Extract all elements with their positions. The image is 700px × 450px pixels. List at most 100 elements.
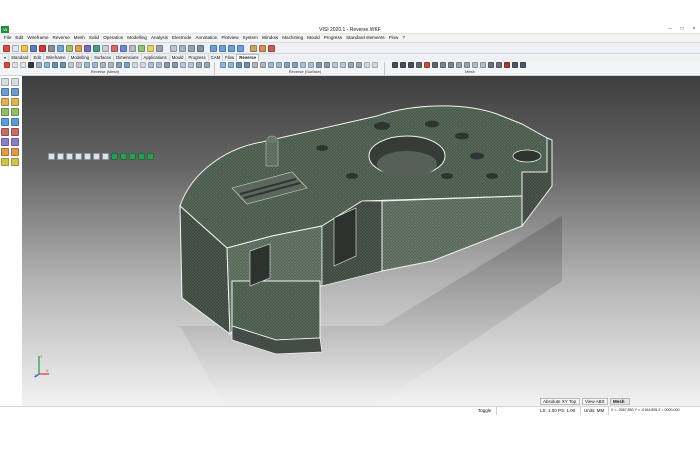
surface-extrude-icon[interactable] — [268, 62, 274, 68]
arc-icon[interactable] — [1, 98, 9, 106]
mesh-show-icon[interactable] — [172, 62, 178, 68]
tab-cam[interactable]: CAM — [207, 54, 223, 61]
mesh-cut-icon[interactable] — [424, 62, 430, 68]
extend-icon[interactable] — [11, 128, 19, 136]
maximize-button[interactable]: □ — [679, 26, 685, 33]
model-hole[interactable] — [455, 132, 469, 140]
top-view-icon[interactable] — [219, 45, 226, 52]
menu-reverse[interactable]: Reverse — [51, 34, 72, 42]
mesh-model[interactable] — [22, 76, 700, 406]
view-hidden-icon[interactable] — [66, 153, 73, 160]
text-icon[interactable] — [1, 158, 9, 166]
mesh-thicken-icon[interactable] — [464, 62, 470, 68]
dimension-icon[interactable] — [11, 158, 19, 166]
mesh-select-icon[interactable] — [156, 62, 162, 68]
refresh-icon[interactable] — [156, 45, 163, 52]
model-hole[interactable] — [316, 145, 328, 151]
surface-convert-icon[interactable] — [364, 62, 370, 68]
save-icon[interactable] — [30, 45, 37, 52]
view-wire-icon[interactable] — [57, 153, 64, 160]
mesh-union-icon[interactable] — [432, 62, 438, 68]
model-hole[interactable] — [374, 122, 390, 130]
model-hole[interactable] — [441, 173, 453, 179]
rectangle-icon[interactable] — [1, 108, 9, 116]
mesh-shell-icon[interactable] — [456, 62, 462, 68]
view-front-icon[interactable] — [102, 153, 109, 160]
surface-patch-icon[interactable] — [228, 62, 234, 68]
explode-icon[interactable] — [259, 45, 266, 52]
mesh-import-icon[interactable] — [20, 62, 26, 68]
measure-icon[interactable] — [111, 45, 118, 52]
mesh-export-icon[interactable] — [132, 62, 138, 68]
view-top-icon[interactable] — [93, 153, 100, 160]
mesh-transform-icon[interactable] — [188, 62, 194, 68]
reverse-undo-icon[interactable] — [4, 62, 10, 68]
3d-viewport[interactable] — [22, 76, 700, 406]
show-icon[interactable] — [138, 45, 145, 52]
surface-loft-icon[interactable] — [284, 62, 290, 68]
view-surface-filter-icon[interactable] — [129, 153, 136, 160]
copy-icon[interactable] — [1, 148, 9, 156]
mesh-subtract-icon[interactable] — [440, 62, 446, 68]
surface-blend-icon[interactable] — [316, 62, 322, 68]
surface-sweep-icon[interactable] — [292, 62, 298, 68]
iso-view-icon[interactable] — [210, 45, 217, 52]
menu-flow[interactable]: Flow — [387, 34, 401, 42]
menu-annotation[interactable]: Annotation — [193, 34, 219, 42]
wire-icon[interactable] — [179, 45, 186, 52]
mesh-clean-icon[interactable] — [28, 62, 34, 68]
minimize-button[interactable]: – — [667, 26, 673, 33]
workplane-icon[interactable] — [120, 45, 127, 52]
mesh-split-icon[interactable] — [76, 62, 82, 68]
menu-machining[interactable]: Machining — [280, 34, 305, 42]
colour-icon[interactable] — [147, 45, 154, 52]
menu-help[interactable]: ? — [400, 34, 407, 42]
tab-edit[interactable]: Edit — [30, 54, 42, 61]
tab-wireframe[interactable]: Wireframe — [42, 54, 68, 61]
offset-icon[interactable] — [11, 118, 19, 126]
mesh-decimate-icon[interactable] — [52, 62, 58, 68]
view-mesh-filter-icon[interactable] — [120, 153, 127, 160]
mirror-icon[interactable] — [11, 148, 19, 156]
mesh-solid-icon[interactable] — [392, 62, 398, 68]
menu-electrode[interactable]: Electrode — [170, 34, 193, 42]
shade-icon[interactable] — [170, 45, 177, 52]
tab-mould[interactable]: Mould — [168, 54, 186, 61]
tab-surfaces[interactable]: Surfaces — [91, 54, 113, 61]
menu-solid[interactable]: Solid — [87, 34, 101, 42]
surface-offset-icon[interactable] — [332, 62, 338, 68]
tab-dimensions[interactable]: Dimensions — [113, 54, 140, 61]
hide-icon[interactable] — [129, 45, 136, 52]
line-icon[interactable] — [11, 88, 19, 96]
mesh-offset-icon[interactable] — [92, 62, 98, 68]
mesh-align-icon[interactable] — [84, 62, 90, 68]
trim-icon[interactable] — [1, 128, 9, 136]
undo-icon[interactable] — [3, 45, 10, 52]
stop-icon[interactable] — [268, 45, 275, 52]
mesh-settings-icon[interactable] — [520, 62, 526, 68]
mesh-colour-icon[interactable] — [180, 62, 186, 68]
model-hole[interactable] — [486, 173, 498, 179]
surface-revolve-icon[interactable] — [276, 62, 282, 68]
model-end-recess[interactable] — [512, 149, 542, 163]
toggle-label[interactable]: Toggle — [478, 408, 491, 413]
menu-system[interactable]: System — [241, 34, 260, 42]
delete-icon[interactable] — [39, 45, 46, 52]
attribute-icon[interactable] — [84, 45, 91, 52]
surface-cylinder-icon[interactable] — [244, 62, 250, 68]
tab-progress[interactable]: Progress — [185, 54, 207, 61]
mesh-compare-icon[interactable] — [124, 62, 130, 68]
open-folder-icon[interactable] — [21, 45, 28, 52]
print-icon[interactable] — [48, 45, 55, 52]
mesh-section-icon[interactable] — [68, 62, 74, 68]
surface-fillet-icon[interactable] — [324, 62, 330, 68]
mesh-wrap-icon[interactable] — [480, 62, 486, 68]
menu-window[interactable]: Window — [260, 34, 280, 42]
surface-sew-icon[interactable] — [340, 62, 346, 68]
menu-mould[interactable]: Mould — [305, 34, 322, 42]
point-icon[interactable] — [1, 88, 9, 96]
mesh-analysis-icon[interactable] — [504, 62, 510, 68]
mesh-project-icon[interactable] — [472, 62, 478, 68]
section-icon[interactable] — [250, 45, 257, 52]
menu-operation[interactable]: Operation — [101, 34, 125, 42]
